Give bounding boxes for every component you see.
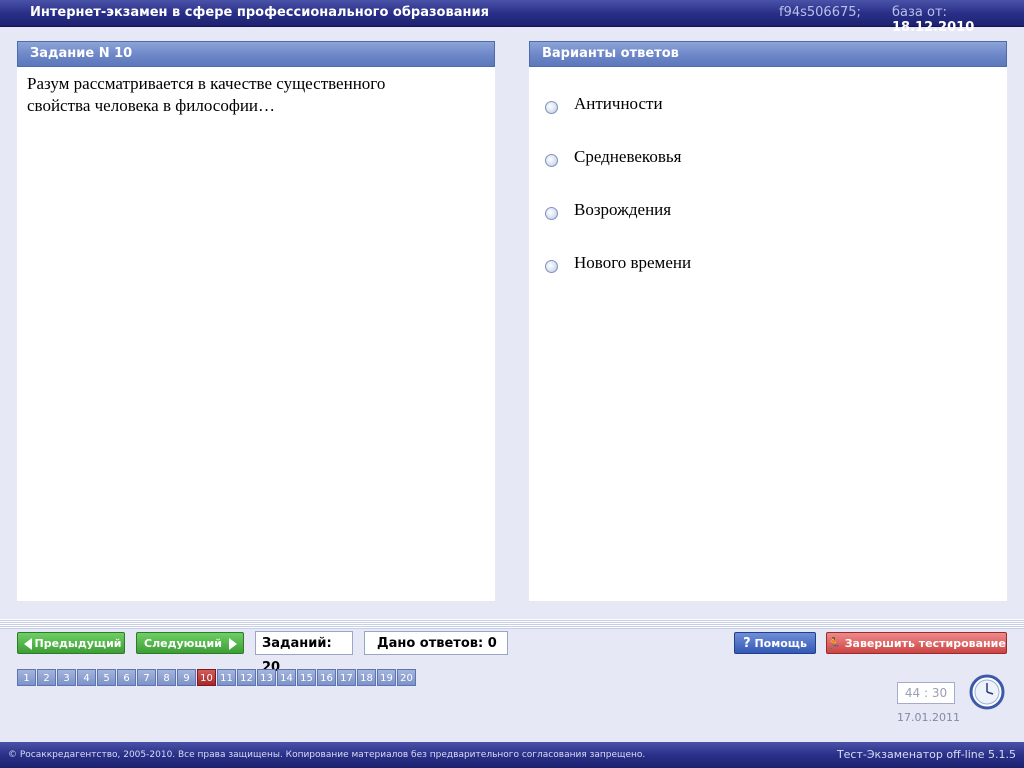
previous-button[interactable]: Предыдущий <box>17 632 125 654</box>
answer-option[interactable]: Возрождения <box>529 200 1007 253</box>
radio-button[interactable] <box>545 154 558 167</box>
task-number[interactable]: 5 <box>97 669 116 686</box>
question-panel: Задание N 10 Разум рассматривается в кач… <box>17 41 495 601</box>
task-number[interactable]: 2 <box>37 669 56 686</box>
base-date: 18.12.2010 <box>892 20 975 35</box>
base-label: база от: <box>892 5 947 20</box>
answers-given-count: Дано ответов: 0 <box>364 631 508 655</box>
answer-option[interactable]: Нового времени <box>529 253 1007 306</box>
arrow-left-icon <box>24 638 32 650</box>
previous-label: Предыдущий <box>34 637 122 650</box>
arrow-right-icon <box>229 638 237 650</box>
answers-panel: Варианты ответов Античности Средневековь… <box>529 41 1007 601</box>
help-icon: ? <box>743 636 751 651</box>
task-number[interactable]: 7 <box>137 669 156 686</box>
title-bar: Интернет-экзамен в сфере профессионально… <box>0 0 1024 35</box>
question-text: Разум рассматривается в качестве существ… <box>17 67 495 117</box>
question-text-line-2: свойства человека в философии… <box>27 96 276 115</box>
tasks-count: Заданий: 20 <box>255 631 353 675</box>
radio-button[interactable] <box>545 260 558 273</box>
answer-option[interactable]: Средневековья <box>529 147 1007 200</box>
answer-option[interactable]: Античности <box>529 94 1007 147</box>
task-number[interactable]: 20 <box>397 669 416 686</box>
answer-label[interactable]: Средневековья <box>574 147 681 167</box>
finish-test-button[interactable]: 🏃 Завершить тестирование <box>826 632 1007 654</box>
help-button[interactable]: ? Помощь <box>734 632 816 654</box>
task-number[interactable]: 6 <box>117 669 136 686</box>
answer-label[interactable]: Нового времени <box>574 253 691 273</box>
radio-button[interactable] <box>545 101 558 114</box>
task-number[interactable]: 11 <box>217 669 236 686</box>
clock-icon <box>969 674 1005 710</box>
task-number[interactable]: 15 <box>297 669 316 686</box>
session-code: f94s506675; <box>779 5 861 20</box>
task-number[interactable]: 18 <box>357 669 376 686</box>
task-number[interactable]: 9 <box>177 669 196 686</box>
help-label: Помощь <box>754 637 807 650</box>
version-text: Тест-Экзаменатор off-line 5.1.5 <box>836 748 1016 761</box>
task-number[interactable]: 13 <box>257 669 276 686</box>
base-date-info: база от: 18.12.2010 <box>892 5 1024 35</box>
task-number[interactable]: 12 <box>237 669 256 686</box>
next-label: Следующий <box>144 637 222 650</box>
app-title: Интернет-экзамен в сфере профессионально… <box>30 5 489 20</box>
next-button[interactable]: Следующий <box>136 632 244 654</box>
task-number[interactable]: 1 <box>17 669 36 686</box>
current-date: 17.01.2011 <box>897 711 960 724</box>
task-number-strip: 1 2 3 4 5 6 7 8 9 10 11 12 13 14 15 16 1… <box>17 669 417 686</box>
answers-header: Варианты ответов <box>529 41 1007 67</box>
task-number[interactable]: 3 <box>57 669 76 686</box>
answer-label[interactable]: Античности <box>574 94 663 114</box>
answer-list: Античности Средневековья Возрождения Нов… <box>529 67 1007 306</box>
footer-bar: © Росаккредагентство, 2005-2010. Все пра… <box>0 742 1024 768</box>
task-number[interactable]: 17 <box>337 669 356 686</box>
question-header: Задание N 10 <box>17 41 495 67</box>
radio-button[interactable] <box>545 207 558 220</box>
task-number[interactable]: 8 <box>157 669 176 686</box>
exit-icon: 🏃 <box>827 637 841 650</box>
task-number[interactable]: 14 <box>277 669 296 686</box>
task-number-current[interactable]: 10 <box>197 669 216 686</box>
answer-label[interactable]: Возрождения <box>574 200 671 220</box>
question-text-line-1: Разум рассматривается в качестве существ… <box>27 74 386 93</box>
copyright-text: © Росаккредагентство, 2005-2010. Все пра… <box>8 750 646 760</box>
task-number[interactable]: 4 <box>77 669 96 686</box>
timer-display: 44 : 30 <box>897 682 955 704</box>
task-number[interactable]: 19 <box>377 669 396 686</box>
finish-label: Завершить тестирование <box>844 637 1006 650</box>
divider-stripes <box>0 619 1024 629</box>
task-number[interactable]: 16 <box>317 669 336 686</box>
